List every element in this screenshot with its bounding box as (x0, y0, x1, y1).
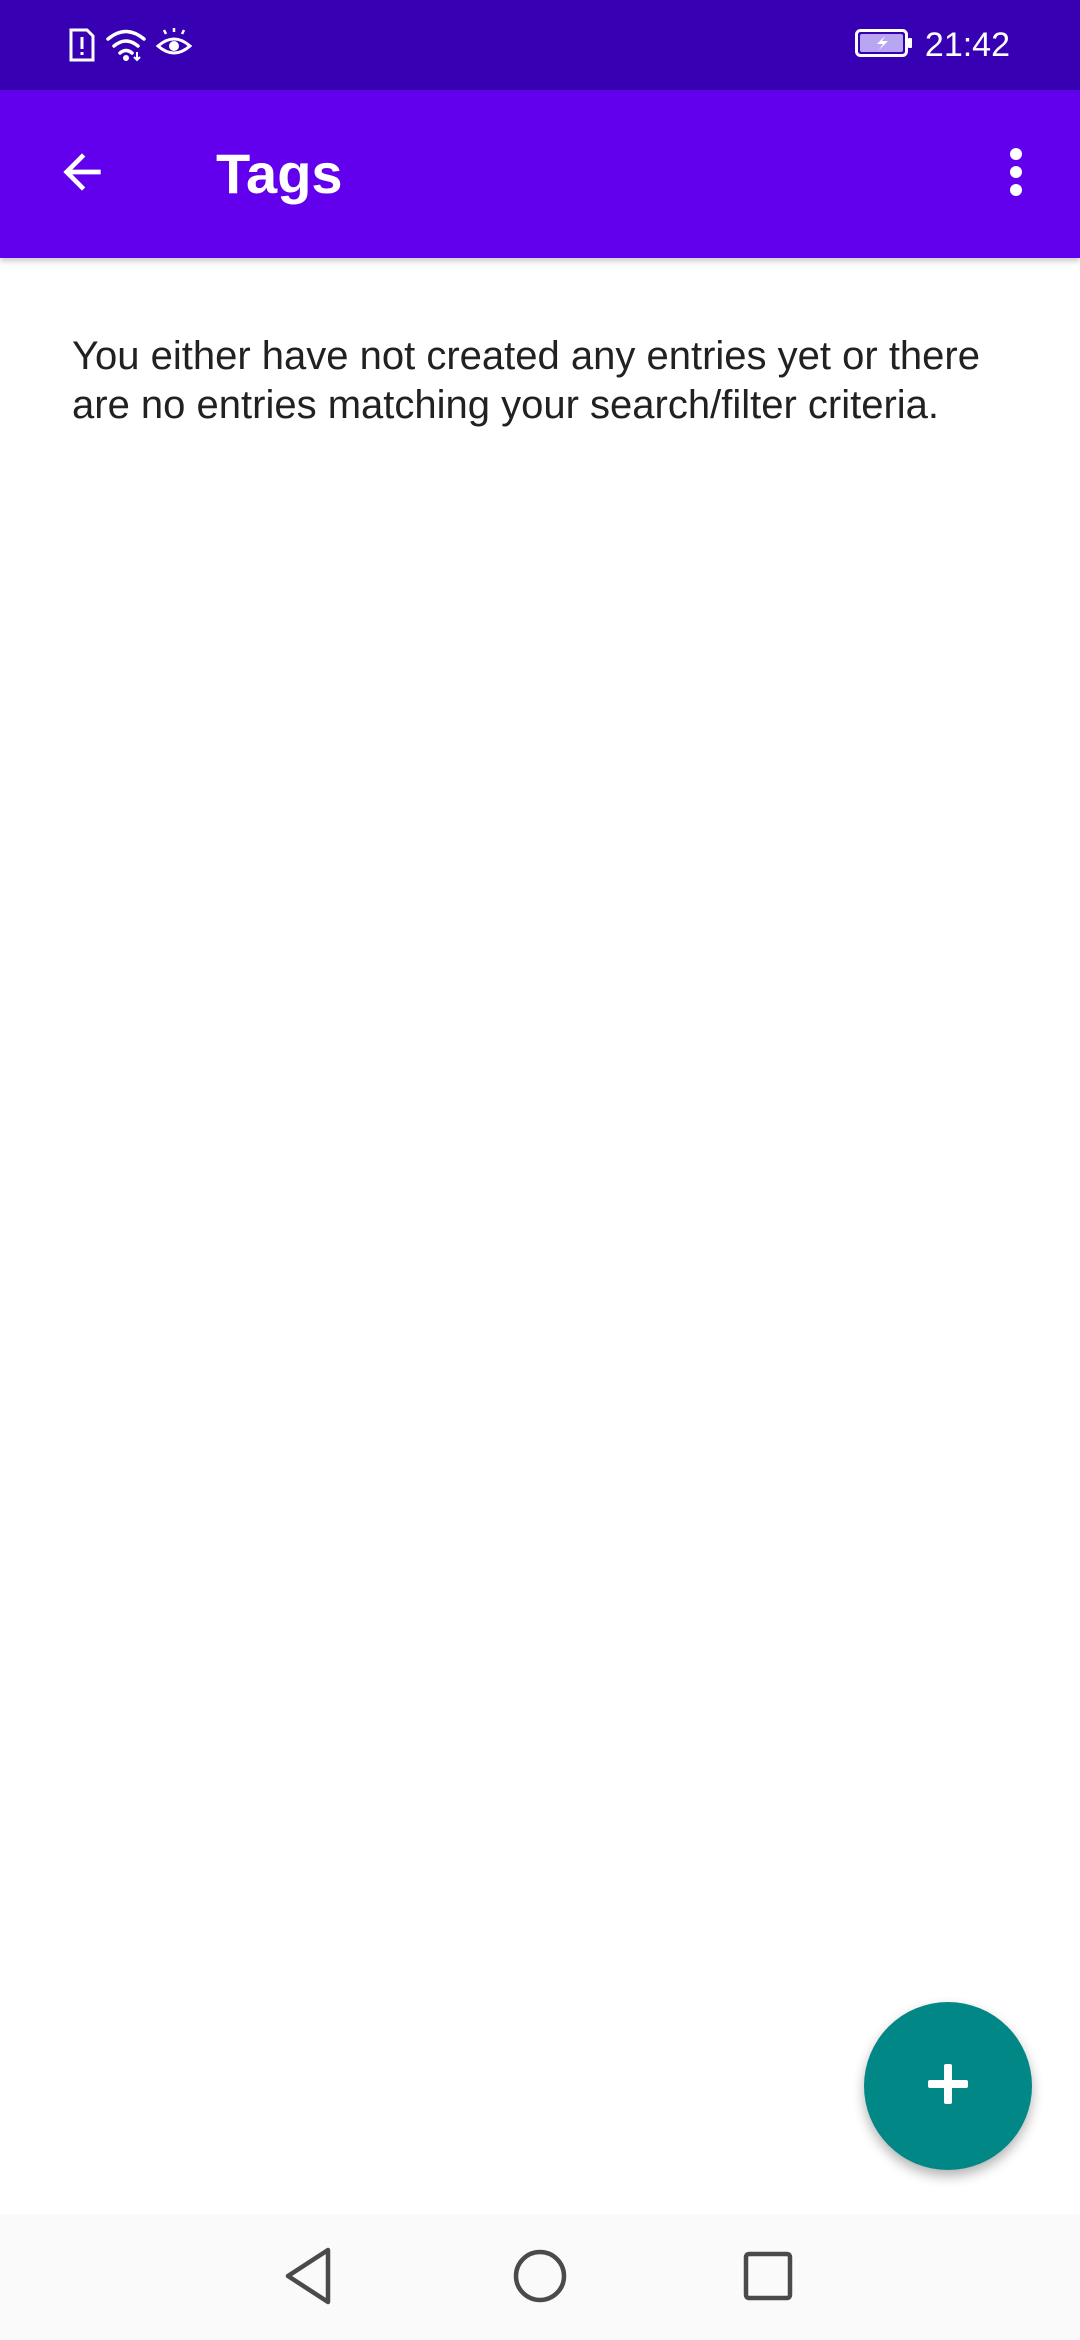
battery-charging-icon (854, 28, 913, 62)
more-vert-icon (1008, 146, 1024, 203)
back-button[interactable] (40, 132, 124, 216)
nav-recents-button[interactable] (732, 2242, 804, 2314)
eye-icon (156, 28, 192, 62)
home-circle-icon (512, 2248, 568, 2309)
empty-state-message: You either have not created any entries … (72, 334, 980, 427)
sim-alert-icon (68, 28, 96, 62)
status-time: 21:42 (924, 26, 1010, 64)
system-nav-bar (0, 2214, 1080, 2340)
status-icons-left (68, 24, 192, 66)
status-bar: 21:42 (0, 0, 1080, 90)
recents-square-icon (742, 2250, 794, 2307)
nav-back-button[interactable] (272, 2242, 344, 2314)
add-tag-fab[interactable] (864, 2002, 1032, 2170)
wifi-icon (106, 28, 146, 62)
app-bar: Tags (0, 90, 1080, 258)
overflow-menu-button[interactable] (974, 132, 1058, 216)
add-icon (926, 2062, 970, 2111)
back-triangle-icon (280, 2246, 336, 2311)
arrow-back-icon (54, 144, 110, 205)
page-title: Tags (216, 142, 343, 205)
nav-home-button[interactable] (504, 2242, 576, 2314)
status-icons-right: 21:42 (854, 24, 1010, 66)
